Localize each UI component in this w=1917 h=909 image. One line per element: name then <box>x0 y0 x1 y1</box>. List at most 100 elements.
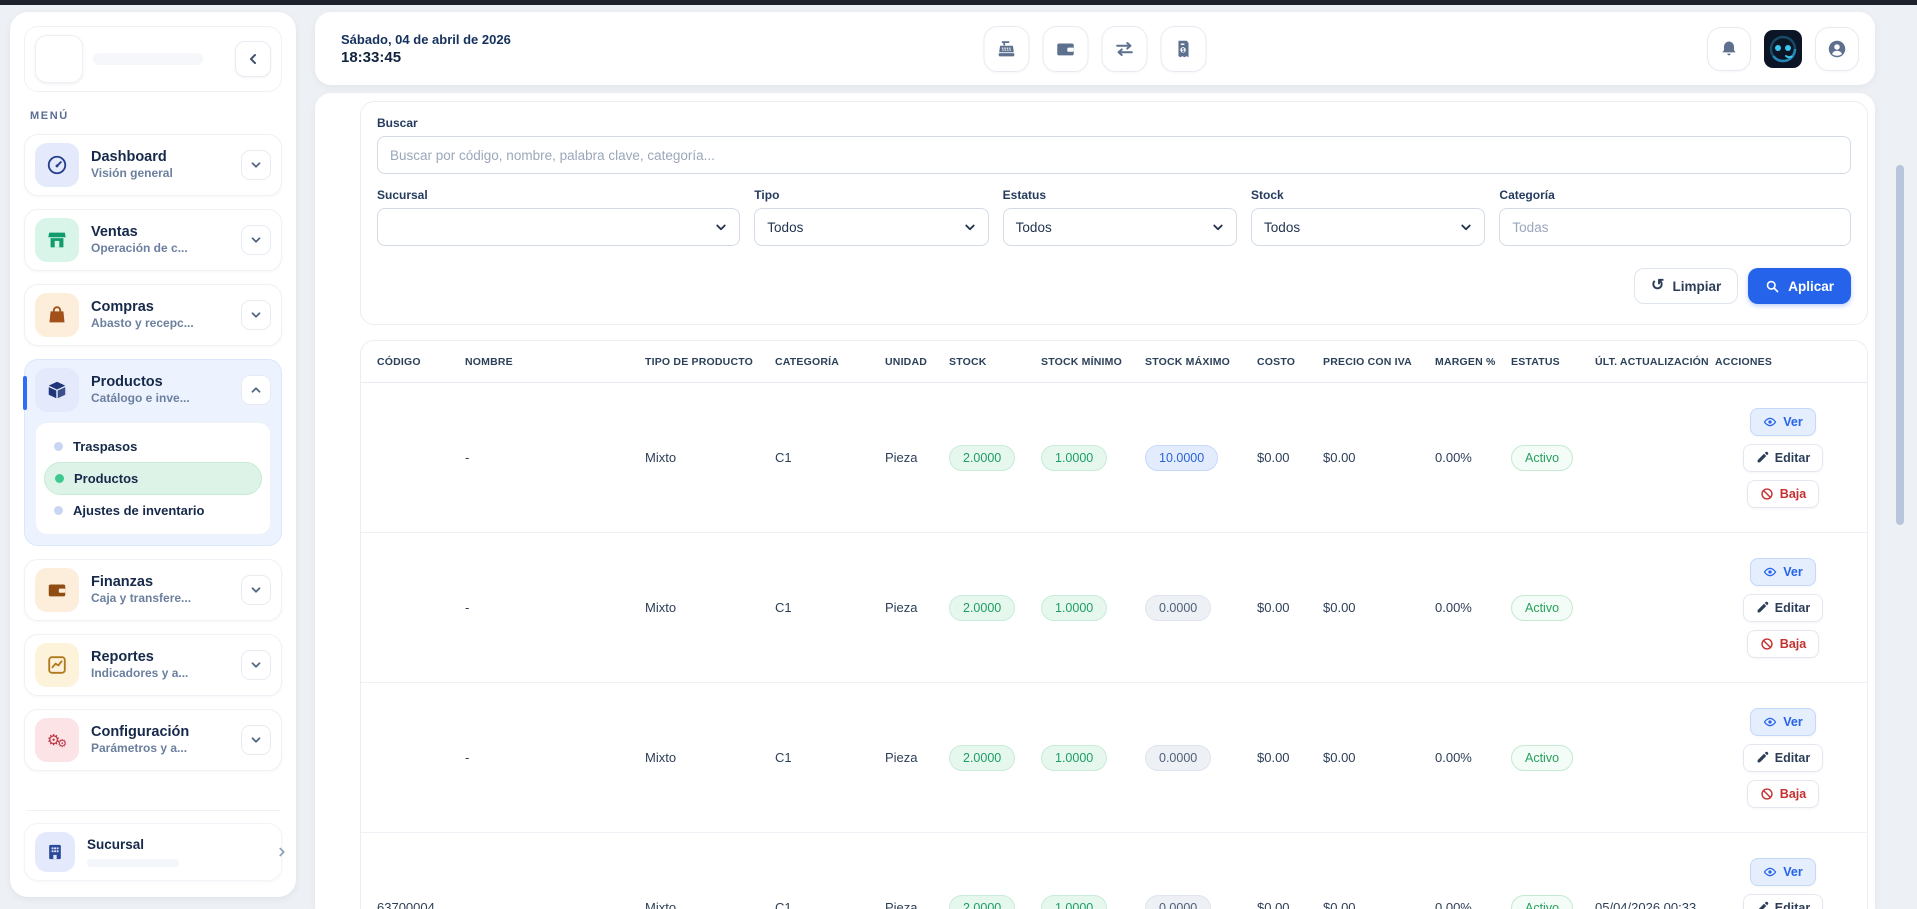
filter-field-estatus: Estatus Todos <box>1003 188 1237 246</box>
search-input[interactable] <box>377 136 1851 174</box>
sidebar-item-productos[interactable]: Productos Catálogo e inve... <box>35 368 271 412</box>
productos-texts: Productos Catálogo e inve... <box>91 374 229 407</box>
stock-badge: 2.0000 <box>949 445 1015 471</box>
row-actions: Ver Editar Baja <box>1715 546 1851 670</box>
transfers-button[interactable] <box>1102 26 1148 72</box>
gears-icon: ⚙⚙ <box>35 718 79 762</box>
column-header: ACCIONES <box>1715 356 1851 368</box>
cell-codigo: 63700004 <box>377 900 465 909</box>
view-button-label: Ver <box>1783 865 1802 879</box>
estatus-select[interactable]: Todos <box>1003 208 1237 246</box>
menu-item-title: Compras <box>91 299 229 316</box>
sidebar-item-finanzas[interactable]: Finanzas Caja y transfere... <box>24 559 282 621</box>
dashboard-expand-button[interactable] <box>241 150 271 180</box>
deactivate-button[interactable]: Baja <box>1747 480 1819 508</box>
deactivate-button[interactable]: Baja <box>1747 630 1819 658</box>
user-avatar[interactable] <box>1764 30 1802 68</box>
invoice-button[interactable]: $ <box>1161 26 1207 72</box>
no-entry-icon <box>1760 637 1774 651</box>
filter-label: Sucursal <box>377 188 740 202</box>
edit-button[interactable]: Editar <box>1743 594 1823 622</box>
deactivate-button[interactable]: Baja <box>1747 780 1819 808</box>
productos-submenu: Traspasos Productos Ajustes de inventari… <box>35 422 271 535</box>
submenu-item-label: Productos <box>74 471 138 486</box>
menu-item-subtitle: Catálogo e inve... <box>91 391 229 407</box>
row-actions: Ver Editar Baja <box>1715 396 1851 520</box>
view-button[interactable]: Ver <box>1750 408 1815 436</box>
compras-expand-button[interactable] <box>241 300 271 330</box>
menu-item-subtitle: Parámetros y a... <box>91 741 229 757</box>
view-button[interactable]: Ver <box>1750 858 1815 886</box>
edit-button[interactable]: Editar <box>1743 744 1823 772</box>
stock-badge: 2.0000 <box>949 595 1015 621</box>
app-logo <box>35 35 83 83</box>
submenu-item-traspasos[interactable]: Traspasos <box>44 431 262 462</box>
app-window: MENÚ Dashboard Visión general <box>0 0 1917 909</box>
dashboard-gauge-icon <box>35 143 79 187</box>
submenu-item-label: Traspasos <box>73 439 137 454</box>
window-edge <box>0 0 1917 5</box>
reportes-texts: Reportes Indicadores y a... <box>91 649 229 682</box>
cash-register-button[interactable] <box>984 26 1030 72</box>
productos-collapse-button[interactable] <box>241 375 271 405</box>
sidebar-spacer <box>24 771 282 800</box>
sidebar-item-configuracion[interactable]: ⚙⚙ Configuración Parámetros y a... <box>24 709 282 771</box>
chevron-right-icon[interactable] <box>275 845 289 859</box>
sidebar-sucursal-selector[interactable]: Sucursal <box>24 823 282 881</box>
chevron-left-icon <box>245 51 261 67</box>
cell-unidad: Pieza <box>885 900 949 909</box>
filter-label: Stock <box>1251 188 1485 202</box>
sidebar-item-dashboard[interactable]: Dashboard Visión general <box>24 134 282 196</box>
table-row: - Mixto C1 Pieza 2.0000 1.0000 10.0000 $… <box>361 383 1867 533</box>
stock-select[interactable]: Todos <box>1251 208 1485 246</box>
status-badge: Activo <box>1511 595 1573 621</box>
cell-nombre: - <box>465 750 645 765</box>
logo-area <box>35 35 203 83</box>
sucursal-select[interactable] <box>377 208 740 246</box>
filter-label: Tipo <box>754 188 988 202</box>
sidebar-item-reportes[interactable]: Reportes Indicadores y a... <box>24 634 282 696</box>
deactivate-button-label: Baja <box>1780 787 1806 801</box>
configuracion-expand-button[interactable] <box>241 725 271 755</box>
chevron-down-icon <box>249 308 263 322</box>
cell-unidad: Pieza <box>885 750 949 765</box>
submenu-item-productos[interactable]: Productos <box>44 462 262 495</box>
compras-texts: Compras Abasto y recepc... <box>91 299 229 332</box>
tipo-select[interactable]: Todos <box>754 208 988 246</box>
column-header: CATEGORÍA <box>775 356 885 368</box>
cell-categoria: C1 <box>775 750 885 765</box>
sidebar-item-compras[interactable]: Compras Abasto y recepc... <box>24 284 282 346</box>
stock-badge: 2.0000 <box>949 745 1015 771</box>
ventas-expand-button[interactable] <box>241 225 271 255</box>
finanzas-expand-button[interactable] <box>241 575 271 605</box>
submenu-item-ajustes-de-inventario[interactable]: Ajustes de inventario <box>44 495 262 526</box>
sidebar-divider <box>26 810 280 811</box>
sucursal-value-placeholder <box>87 859 179 867</box>
edit-button[interactable]: Editar <box>1743 444 1823 472</box>
top-bar: Sábado, 04 de abril de 2026 18:33:45 <box>315 12 1875 85</box>
vertical-scrollbar[interactable] <box>1896 165 1904 525</box>
package-box-icon <box>35 368 79 412</box>
categoria-input[interactable] <box>1499 208 1851 246</box>
reportes-expand-button[interactable] <box>241 650 271 680</box>
column-header: STOCK MÍNIMO <box>1041 356 1145 368</box>
sidebar-collapse-button[interactable] <box>235 41 271 77</box>
profile-button[interactable] <box>1815 27 1859 71</box>
wallet-button[interactable] <box>1043 26 1089 72</box>
pencil-icon <box>1756 901 1769 909</box>
chevron-down-icon <box>715 221 727 233</box>
notifications-button[interactable] <box>1707 27 1751 71</box>
cell-categoria: C1 <box>775 600 885 615</box>
selected-value: Todos <box>1016 220 1052 235</box>
edit-button[interactable]: Editar <box>1743 894 1823 909</box>
sidebar-item-ventas[interactable]: Ventas Operación de c... <box>24 209 282 271</box>
view-button[interactable]: Ver <box>1750 708 1815 736</box>
menu-item-subtitle: Indicadores y a... <box>91 666 229 682</box>
sucursal-label: Sucursal <box>87 837 179 853</box>
clear-filters-button[interactable]: ↺ Limpiar <box>1634 268 1738 304</box>
apply-filters-button[interactable]: Aplicar <box>1748 268 1851 304</box>
selected-value: Todos <box>1264 220 1300 235</box>
view-button[interactable]: Ver <box>1750 558 1815 586</box>
topbar-quick-actions: $ <box>984 26 1207 72</box>
chevron-up-icon <box>249 383 263 397</box>
